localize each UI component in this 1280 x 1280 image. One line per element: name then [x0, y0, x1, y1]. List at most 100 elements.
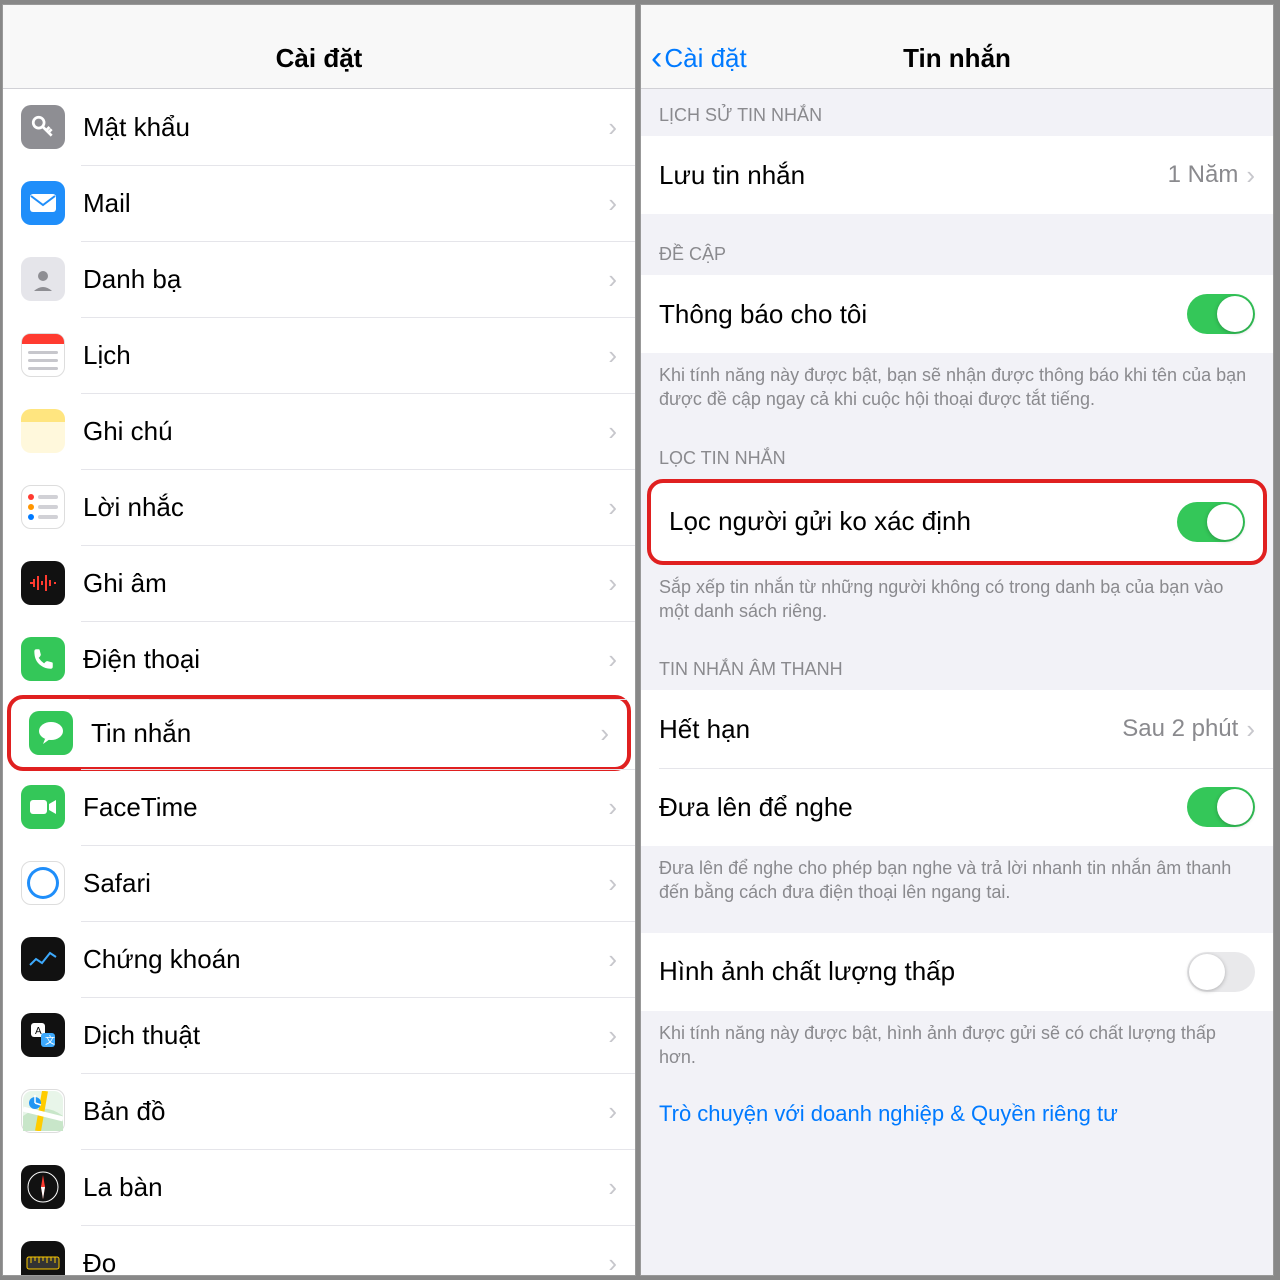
- reminders-icon: [21, 485, 65, 529]
- settings-label: La bàn: [83, 1172, 608, 1203]
- chevron-right-icon: ›: [608, 188, 617, 219]
- settings-row-password[interactable]: Mật khẩu ›: [3, 89, 635, 165]
- svg-text:文: 文: [45, 1034, 55, 1047]
- row-notify-me[interactable]: Thông báo cho tôi: [641, 275, 1273, 353]
- chevron-right-icon: ›: [600, 718, 609, 749]
- chevron-right-icon: ›: [608, 1096, 617, 1127]
- chevron-right-icon: ›: [608, 112, 617, 143]
- settings-label: Bản đồ: [83, 1096, 608, 1127]
- voice-memo-icon: [21, 561, 65, 605]
- chevron-right-icon: ›: [608, 792, 617, 823]
- chevron-right-icon: ›: [608, 868, 617, 899]
- back-label: Cài đặt: [664, 43, 746, 74]
- settings-label: Dịch thuật: [83, 1020, 608, 1051]
- settings-row-reminders[interactable]: Lời nhắc ›: [3, 469, 635, 545]
- chevron-right-icon: ›: [608, 416, 617, 447]
- messages-panel: ‹ Cài đặt Tin nhắn LỊCH SỬ TIN NHẮN Lưu …: [640, 4, 1274, 1276]
- contacts-icon: [21, 257, 65, 301]
- key-icon: [21, 105, 65, 149]
- calendar-icon: [21, 333, 65, 377]
- messages-content: LỊCH SỬ TIN NHẮN Lưu tin nhắn 1 Năm › ĐỀ…: [641, 89, 1273, 1275]
- back-button[interactable]: ‹ Cài đặt: [651, 39, 747, 78]
- row-label: Hết hạn: [659, 714, 1122, 745]
- chevron-right-icon: ›: [608, 1020, 617, 1051]
- row-value: Sau 2 phút: [1122, 715, 1238, 743]
- chevron-right-icon: ›: [608, 264, 617, 295]
- settings-row-messages[interactable]: Tin nhắn ›: [7, 695, 631, 771]
- settings-label: FaceTime: [83, 792, 608, 823]
- svg-text:A: A: [35, 1026, 42, 1037]
- row-label: Lưu tin nhắn: [659, 160, 1168, 191]
- toggle-raise[interactable]: [1187, 787, 1255, 827]
- footer-raise: Đưa lên để nghe cho phép bạn nghe và trả…: [641, 846, 1273, 911]
- chevron-right-icon: ›: [608, 944, 617, 975]
- chevron-right-icon: ›: [608, 1248, 617, 1276]
- settings-row-notes[interactable]: Ghi chú ›: [3, 393, 635, 469]
- measure-icon: [21, 1241, 65, 1275]
- messages-title: Tin nhắn: [903, 43, 1011, 74]
- chevron-left-icon: ‹: [651, 39, 662, 78]
- row-value: 1 Năm: [1168, 161, 1239, 189]
- settings-row-safari[interactable]: Safari ›: [3, 845, 635, 921]
- row-label: Thông báo cho tôi: [659, 299, 1187, 330]
- section-audio: TIN NHẮN ÂM THANH: [641, 629, 1273, 690]
- settings-row-contacts[interactable]: Danh bạ ›: [3, 241, 635, 317]
- footer-lowq: Khi tính năng này được bật, hình ảnh đượ…: [641, 1011, 1273, 1076]
- row-label: Lọc người gửi ko xác định: [669, 506, 1177, 537]
- settings-label: Đo: [83, 1248, 608, 1276]
- messages-header: ‹ Cài đặt Tin nhắn: [641, 5, 1273, 89]
- row-expire[interactable]: Hết hạn Sau 2 phút ›: [641, 690, 1273, 768]
- chevron-right-icon: ›: [608, 1172, 617, 1203]
- compass-icon: [21, 1165, 65, 1209]
- chevron-right-icon: ›: [1246, 160, 1255, 191]
- settings-label: Ghi chú: [83, 416, 608, 447]
- row-raise-listen[interactable]: Đưa lên để nghe: [641, 768, 1273, 846]
- section-filter: LỌC TIN NHẮN: [641, 418, 1273, 479]
- messages-icon: [29, 711, 73, 755]
- phone-icon: [21, 637, 65, 681]
- chevron-right-icon: ›: [608, 492, 617, 523]
- settings-label: Lịch: [83, 340, 608, 371]
- footer-filter: Sắp xếp tin nhắn từ những người không có…: [641, 565, 1273, 630]
- settings-header: Cài đặt: [3, 5, 635, 89]
- settings-row-mail[interactable]: Mail ›: [3, 165, 635, 241]
- settings-label: Mật khẩu: [83, 112, 608, 143]
- settings-row-stocks[interactable]: Chứng khoán ›: [3, 921, 635, 997]
- toggle-notify[interactable]: [1187, 294, 1255, 334]
- settings-label: Điện thoại: [83, 644, 608, 675]
- safari-icon: [21, 861, 65, 905]
- settings-row-phone[interactable]: Điện thoại ›: [3, 621, 635, 697]
- row-low-quality[interactable]: Hình ảnh chất lượng thấp: [641, 933, 1273, 1011]
- section-mention: ĐỀ CẬP: [641, 214, 1273, 275]
- settings-row-translate[interactable]: A文 Dịch thuật ›: [3, 997, 635, 1073]
- footer-notify: Khi tính năng này được bật, bạn sẽ nhận …: [641, 353, 1273, 418]
- settings-label: Safari: [83, 868, 608, 899]
- settings-row-voice[interactable]: Ghi âm ›: [3, 545, 635, 621]
- row-label: Hình ảnh chất lượng thấp: [659, 956, 1187, 987]
- chevron-right-icon: ›: [608, 644, 617, 675]
- settings-row-maps[interactable]: Bản đồ ›: [3, 1073, 635, 1149]
- toggle-filter[interactable]: [1177, 502, 1245, 542]
- settings-row-compass[interactable]: La bàn ›: [3, 1149, 635, 1225]
- business-privacy-link[interactable]: Trò chuyện với doanh nghiệp & Quyền riên…: [641, 1075, 1273, 1153]
- maps-icon: [21, 1089, 65, 1133]
- row-filter-unknown[interactable]: Lọc người gửi ko xác định: [651, 483, 1263, 561]
- stocks-icon: [21, 937, 65, 981]
- settings-label: Tin nhắn: [91, 718, 600, 749]
- settings-label: Chứng khoán: [83, 944, 608, 975]
- toggle-low-quality[interactable]: [1187, 952, 1255, 992]
- row-keep-messages[interactable]: Lưu tin nhắn 1 Năm ›: [641, 136, 1273, 214]
- settings-row-measure[interactable]: Đo ›: [3, 1225, 635, 1275]
- settings-row-facetime[interactable]: FaceTime ›: [3, 769, 635, 845]
- settings-label: Danh bạ: [83, 264, 608, 295]
- notes-icon: [21, 409, 65, 453]
- settings-title: Cài đặt: [276, 43, 363, 74]
- row-label: Đưa lên để nghe: [659, 792, 1187, 823]
- settings-list: Mật khẩu › Mail › Danh bạ › Lịch ›: [3, 89, 635, 1275]
- chevron-right-icon: ›: [608, 568, 617, 599]
- chevron-right-icon: ›: [1246, 714, 1255, 745]
- settings-panel: Cài đặt Mật khẩu › Mail › Danh bạ ›: [2, 4, 636, 1276]
- settings-row-calendar[interactable]: Lịch ›: [3, 317, 635, 393]
- settings-label: Ghi âm: [83, 568, 608, 599]
- mail-icon: [21, 181, 65, 225]
